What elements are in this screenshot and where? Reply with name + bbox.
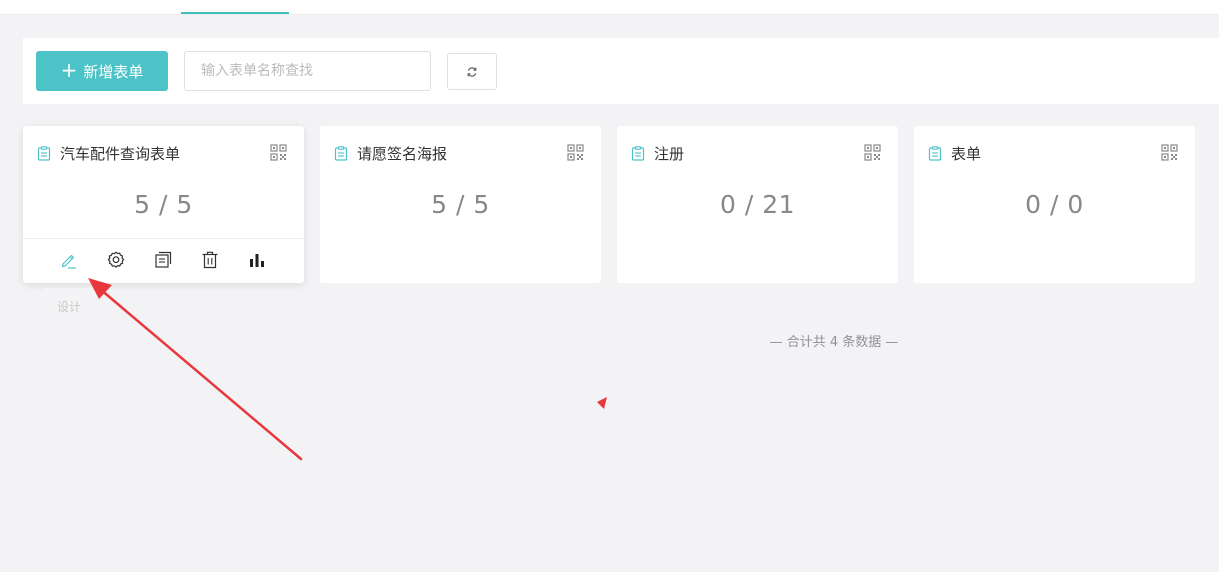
delete-trash-icon	[202, 251, 218, 269]
add-form-button[interactable]: + 新增表单	[36, 51, 168, 91]
card-title: 注册	[654, 144, 685, 163]
toolbar: + 新增表单	[23, 38, 1219, 104]
qrcode-icon[interactable]	[864, 144, 881, 161]
card-title: 请愿签名海报	[357, 144, 448, 163]
active-tab-indicator	[181, 12, 289, 14]
design-tooltip: 设计	[43, 288, 95, 324]
copy-icon	[155, 251, 172, 268]
form-card[interactable]: 汽车配件查询表单 5 / 5	[23, 126, 304, 283]
card-count: 0 / 21	[719, 190, 796, 219]
document-icon	[631, 145, 645, 161]
card-count: 5 / 5	[431, 190, 490, 219]
qrcode-icon[interactable]	[270, 144, 287, 161]
edit-pencil-icon	[62, 254, 76, 269]
total-count-text: — 合计共 4 条数据 —	[769, 335, 899, 350]
card-count: 0 / 0	[1025, 190, 1084, 219]
form-card[interactable]: 请愿签名海报 5 / 5	[320, 126, 601, 283]
document-icon	[928, 145, 942, 161]
form-card[interactable]: 注册 0 / 21	[617, 126, 898, 283]
copy-button[interactable]	[152, 249, 174, 271]
card-header: 表单	[928, 143, 1181, 163]
qrcode-icon[interactable]	[1161, 144, 1178, 161]
card-header: 请愿签名海报	[334, 143, 587, 163]
statistics-button[interactable]	[246, 249, 268, 271]
refresh-button[interactable]	[447, 53, 497, 90]
settings-gear-icon	[107, 251, 125, 268]
top-tab-bar	[0, 0, 1219, 15]
refresh-icon	[467, 66, 477, 77]
plus-icon: +	[60, 58, 78, 82]
qrcode-icon[interactable]	[567, 144, 584, 161]
card-title: 表单	[951, 144, 982, 163]
card-header: 注册	[631, 143, 884, 163]
edit-design-button[interactable]	[58, 249, 80, 271]
card-count: 5 / 5	[134, 190, 193, 219]
add-form-label: 新增表单	[83, 62, 144, 81]
card-actions	[23, 238, 304, 283]
delete-button[interactable]	[199, 249, 221, 271]
card-title: 汽车配件查询表单	[60, 144, 181, 163]
settings-button[interactable]	[105, 249, 127, 271]
annotation-arrow-line	[98, 287, 303, 461]
document-icon	[334, 145, 348, 161]
document-icon	[37, 145, 51, 161]
annotation-marker	[597, 397, 607, 409]
card-header: 汽车配件查询表单	[37, 143, 290, 163]
search-input[interactable]	[184, 51, 431, 91]
form-card[interactable]: 表单 0 / 0	[914, 126, 1195, 283]
statistics-bar-icon	[250, 254, 264, 267]
